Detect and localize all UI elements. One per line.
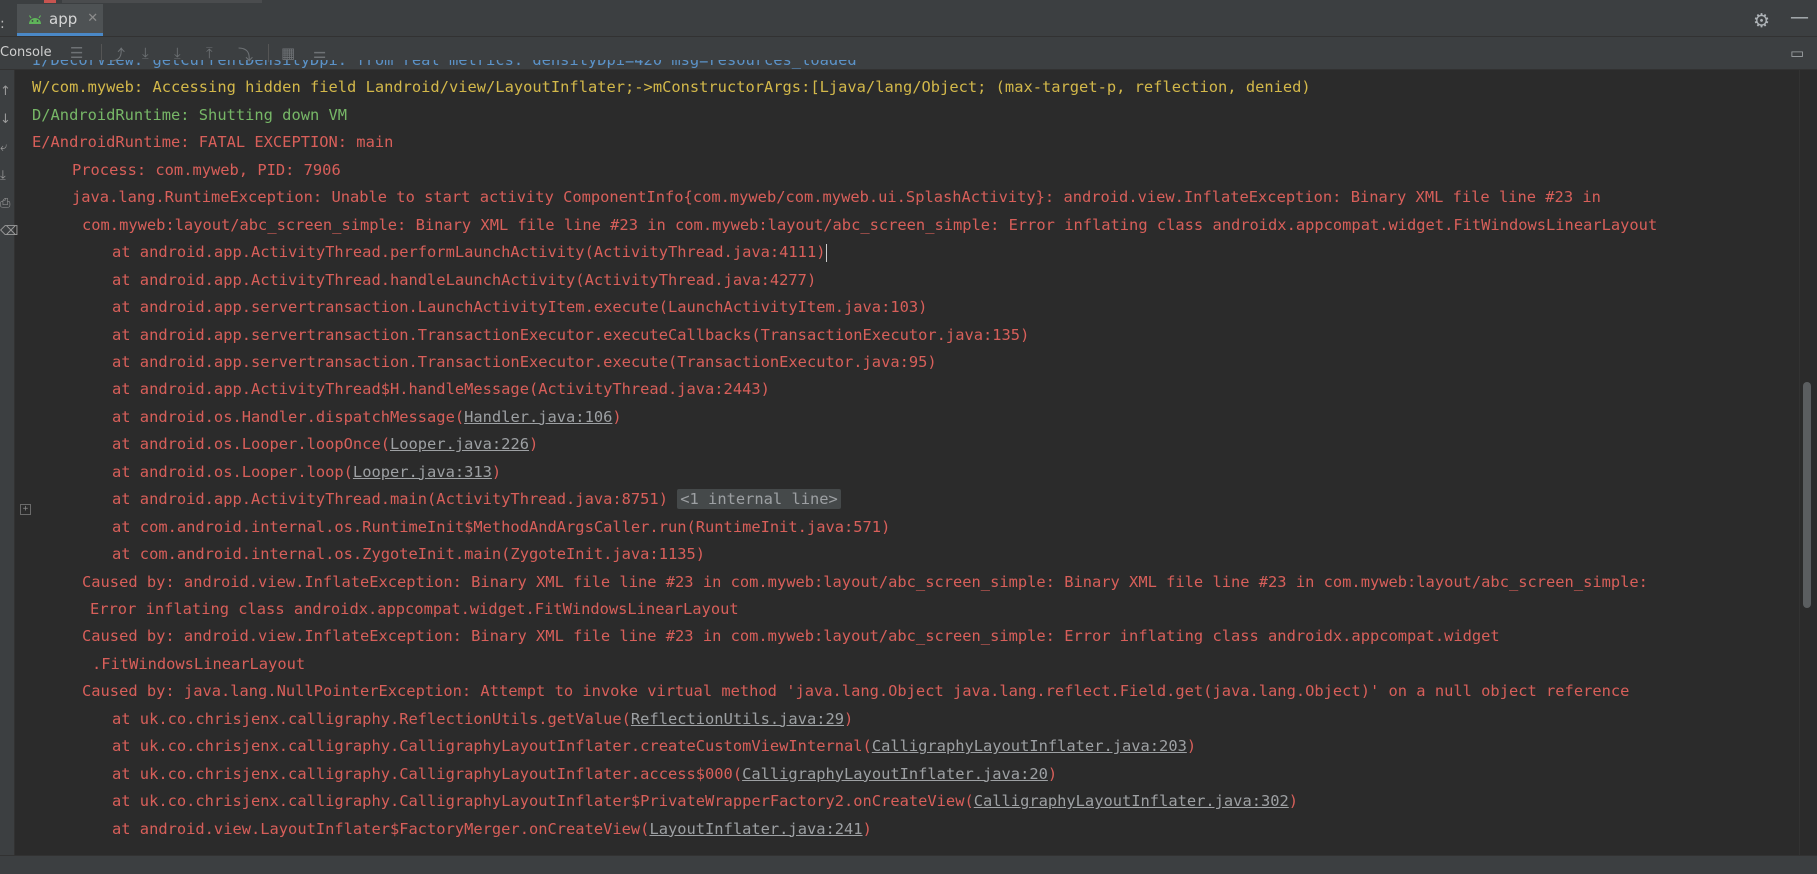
log-line: at android.app.ActivityThread.main(Activ… xyxy=(112,487,841,511)
log-line: I/DecorView: getCurrentDensityDpi: from … xyxy=(32,60,857,72)
log-line-text: at android.app.servertransaction.LaunchA… xyxy=(112,298,928,317)
log-line: at android.app.servertransaction.Transac… xyxy=(112,350,937,374)
tab-app-label: app xyxy=(49,9,78,28)
log-line: at android.app.servertransaction.LaunchA… xyxy=(112,295,927,319)
log-line-text: at android.app.servertransaction.Transac… xyxy=(112,325,1030,344)
scroll-to-end-icon[interactable]: ⤓ xyxy=(0,168,6,183)
expand-fold-icon[interactable]: + xyxy=(20,504,31,515)
android-icon xyxy=(28,14,42,24)
log-line: at uk.co.chrisjenx.calligraphy.Calligrap… xyxy=(112,789,1298,813)
tab-app[interactable]: app ✕ xyxy=(17,4,103,36)
gear-icon[interactable]: ⚙ xyxy=(1753,10,1770,32)
log-line: at android.app.ActivityThread$H.handleMe… xyxy=(112,377,770,401)
console-log-output[interactable]: I/DecorView: getCurrentDensityDpi: from … xyxy=(14,60,1798,855)
log-line: at android.os.Handler.dispatchMessage(Ha… xyxy=(112,405,622,429)
log-line: .FitWindowsLinearLayout xyxy=(92,652,305,676)
log-line: at android.app.ActivityThread.performLau… xyxy=(112,240,828,264)
source-link[interactable]: ReflectionUtils.java:29 xyxy=(631,710,844,728)
log-line-suffix: ) xyxy=(1047,764,1058,783)
log-line: W/com.myweb: Accessing hidden field Land… xyxy=(32,75,1311,99)
minimize-icon[interactable]: — xyxy=(1790,6,1809,28)
log-line: Process: com.myweb, PID: 7906 xyxy=(72,158,341,182)
up-arrow-icon[interactable]: ↑ xyxy=(0,84,11,99)
print-icon[interactable]: ⎙ xyxy=(0,196,10,211)
log-line-text: at android.app.ActivityThread.main(Activ… xyxy=(112,490,668,509)
source-link[interactable]: CalligraphyLayoutInflater.java:203 xyxy=(872,737,1187,755)
log-line-text: at android.view.LayoutInflater$FactoryMe… xyxy=(112,819,650,838)
console-tab[interactable]: Console xyxy=(0,45,52,60)
log-line: at uk.co.chrisjenx.calligraphy.Calligrap… xyxy=(112,734,1196,758)
log-line-text: java.lang.RuntimeException: Unable to st… xyxy=(72,188,1601,207)
top-strip-tab xyxy=(62,0,262,3)
log-line: at uk.co.chrisjenx.calligraphy.Calligrap… xyxy=(112,762,1057,786)
log-line-text: at android.app.servertransaction.Transac… xyxy=(112,352,937,371)
log-line: at android.os.Looper.loopOnce(Looper.jav… xyxy=(112,432,538,456)
log-line-suffix: ) xyxy=(612,407,622,426)
log-line: at com.android.internal.os.RuntimeInit$M… xyxy=(112,515,890,539)
top-strip-marker xyxy=(44,0,56,3)
log-line: java.lang.RuntimeException: Unable to st… xyxy=(72,185,1601,209)
console-left-gutter: ↑ ↓ ⤶ ⤓ ⎙ ⌫ xyxy=(0,70,18,855)
log-line-text: at uk.co.chrisjenx.calligraphy.Reflectio… xyxy=(112,709,631,728)
log-line-text: W/com.myweb: Accessing hidden field Land… xyxy=(32,78,1311,97)
log-line: E/AndroidRuntime: FATAL EXCEPTION: main xyxy=(32,130,393,154)
source-link[interactable]: Looper.java:226 xyxy=(390,435,529,453)
folded-lines-badge[interactable]: <1 internal line> xyxy=(677,489,841,510)
log-line: at android.app.ActivityThread.handleLaun… xyxy=(112,268,816,292)
log-line: at com.android.internal.os.ZygoteInit.ma… xyxy=(112,542,705,566)
log-line-text: Process: com.myweb, PID: 7906 xyxy=(72,160,341,179)
log-line-text: at android.app.ActivityThread.handleLaun… xyxy=(112,270,817,289)
log-line-text: at android.app.ActivityThread$H.handleMe… xyxy=(112,380,770,399)
text-caret xyxy=(826,243,828,262)
log-line-suffix: ) xyxy=(862,819,872,838)
tool-window-tab-bar: : app ✕ ⚙ — xyxy=(0,4,1817,37)
log-line: D/AndroidRuntime: Shutting down VM xyxy=(32,103,347,127)
log-line-text: at android.app.ActivityThread.performLau… xyxy=(112,243,826,262)
log-line-text: at com.android.internal.os.ZygoteInit.ma… xyxy=(112,545,706,564)
log-line-text: com.myweb:layout/abc_screen_simple: Bina… xyxy=(82,215,1658,234)
soft-wrap-icon[interactable]: ⤶ xyxy=(0,140,7,155)
log-line-suffix: ) xyxy=(528,435,539,454)
source-link[interactable]: Looper.java:313 xyxy=(353,463,492,481)
log-line-text: at uk.co.chrisjenx.calligraphy.Calligrap… xyxy=(112,764,743,783)
source-link[interactable]: LayoutInflater.java:241 xyxy=(649,820,862,838)
log-line-text: I/DecorView: getCurrentDensityDpi: from … xyxy=(32,60,857,69)
log-line: Caused by: android.view.InflateException… xyxy=(82,570,1648,594)
log-line-suffix: ) xyxy=(1288,792,1299,811)
log-line-text: Caused by: android.view.InflateException… xyxy=(82,572,1648,591)
log-line-text: at uk.co.chrisjenx.calligraphy.Calligrap… xyxy=(112,737,872,756)
log-line: Caused by: java.lang.NullPointerExceptio… xyxy=(82,679,1629,703)
log-line-suffix: ) xyxy=(1186,737,1197,756)
log-line: at android.view.LayoutInflater$FactoryMe… xyxy=(112,817,872,841)
log-line: Error inflating class androidx.appcompat… xyxy=(90,597,739,621)
log-line: at android.os.Looper.loop(Looper.java:31… xyxy=(112,460,501,484)
log-line: Caused by: android.view.InflateException… xyxy=(82,624,1500,648)
log-line-text: at android.os.Looper.loopOnce( xyxy=(112,435,390,454)
log-line-text: at uk.co.chrisjenx.calligraphy.Calligrap… xyxy=(112,792,974,811)
log-line-text: E/AndroidRuntime: FATAL EXCEPTION: main xyxy=(32,133,394,152)
log-line-text: at android.os.Handler.dispatchMessage( xyxy=(112,407,465,426)
log-line-text: D/AndroidRuntime: Shutting down VM xyxy=(32,105,348,124)
log-line-text: Error inflating class androidx.appcompat… xyxy=(90,600,739,618)
log-line-text: .FitWindowsLinearLayout xyxy=(92,654,306,673)
log-line: com.myweb:layout/abc_screen_simple: Bina… xyxy=(82,213,1657,237)
log-line: at uk.co.chrisjenx.calligraphy.Reflectio… xyxy=(112,707,853,731)
log-line-text: Caused by: java.lang.NullPointerExceptio… xyxy=(82,682,1630,701)
source-link[interactable]: CalligraphyLayoutInflater.java:20 xyxy=(742,765,1048,783)
log-line-text: at com.android.internal.os.RuntimeInit$M… xyxy=(112,517,891,536)
log-line-suffix: ) xyxy=(844,709,854,728)
close-icon[interactable]: ✕ xyxy=(87,11,98,26)
down-arrow-icon[interactable]: ↓ xyxy=(0,112,11,127)
bottom-tool-window-bar xyxy=(0,855,1817,874)
source-link[interactable]: Handler.java:106 xyxy=(464,408,612,426)
scrollbar-thumb[interactable] xyxy=(1803,382,1811,608)
log-line-text: at android.os.Looper.loop( xyxy=(112,462,353,481)
log-line: at android.app.servertransaction.Transac… xyxy=(112,323,1029,347)
log-line-suffix: ) xyxy=(491,462,502,481)
source-link[interactable]: CalligraphyLayoutInflater.java:302 xyxy=(974,792,1289,810)
tab-edge: : xyxy=(0,16,5,32)
log-line-text: Caused by: android.view.InflateException… xyxy=(82,627,1500,646)
